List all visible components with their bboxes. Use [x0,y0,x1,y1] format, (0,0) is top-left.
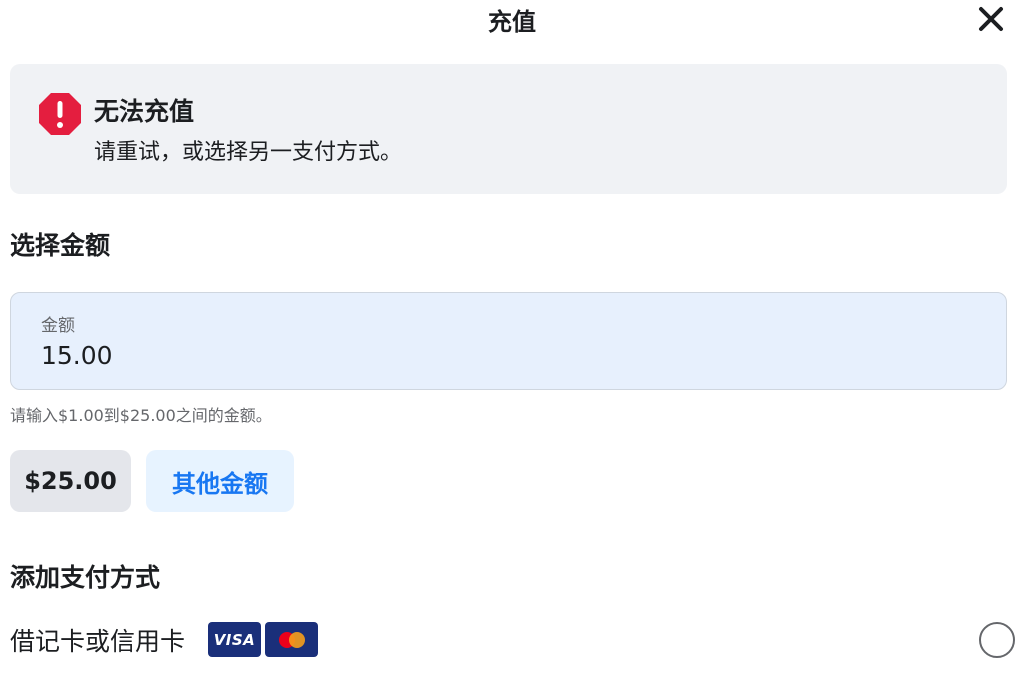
error-banner: 无法充值 请重试，或选择另一支付方式。 [10,64,1007,194]
payment-section-title: 添加支付方式 [10,563,161,592]
visa-logo: VISA [208,622,261,657]
amount-input-value: 15.00 [41,341,113,370]
mastercard-logo [265,622,318,657]
payment-method-card-label: 借记卡或信用卡 [10,627,186,656]
amount-option-other[interactable]: 其他金额 [146,450,294,512]
payment-method-card-radio[interactable] [979,622,1015,658]
amount-input-label: 金额 [41,316,75,336]
amount-section-title: 选择金额 [10,231,111,260]
top-up-dialog: 充值 无法充值 请重试，或选择另一支付方式。 选择金额 金额 15.00 请输入… [0,0,1024,674]
mastercard-circles-icon [278,631,305,648]
close-button[interactable] [974,3,1008,35]
dialog-title: 充值 [488,8,536,36]
error-message: 请重试，或选择另一支付方式。 [94,140,403,165]
close-icon [979,7,1003,31]
dialog-header: 充值 [0,0,1024,40]
amount-helper-text: 请输入$1.00到$25.00之间的金额。 [10,406,272,425]
amount-input[interactable]: 金额 15.00 [10,292,1007,390]
alert-octagon-icon [39,93,81,135]
error-title: 无法充值 [94,97,195,126]
amount-option-25[interactable]: $25.00 [10,450,131,512]
